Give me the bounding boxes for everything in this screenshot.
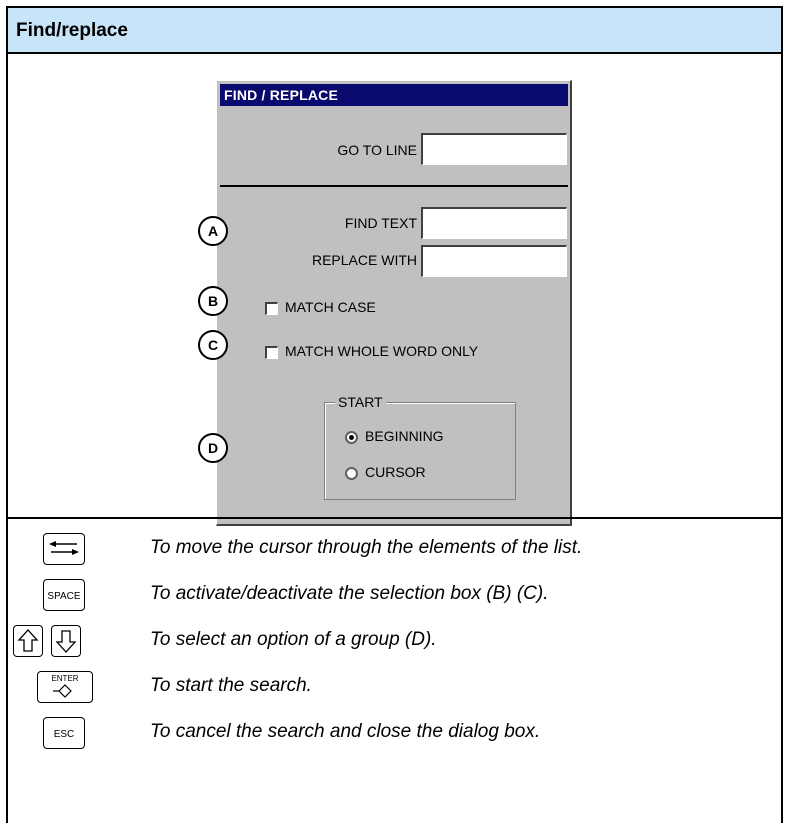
- desc-toggle-selection: To activate/deactivate the selection box…: [150, 583, 549, 604]
- arrow-down-key: [51, 625, 81, 657]
- beginning-radio[interactable]: [345, 431, 358, 444]
- section-header: Find/replace: [8, 8, 781, 54]
- enter-key-label: ENTER: [51, 674, 79, 683]
- match-whole-word-label: MATCH WHOLE WORD ONLY: [285, 343, 479, 359]
- goto-line-label: GO TO LINE: [337, 142, 417, 158]
- callout-c: C: [198, 330, 228, 360]
- beginning-label: BEGINNING: [365, 428, 444, 444]
- match-case-label: MATCH CASE: [285, 299, 376, 315]
- arrow-down-icon: [55, 630, 77, 653]
- tab-arrows-icon: [49, 541, 79, 555]
- desc-select-option: To select an option of a group (D).: [150, 629, 437, 650]
- page-frame: Find/replace FIND / REPLACE GO TO LINE F…: [6, 6, 783, 823]
- find-replace-dialog: FIND / REPLACE GO TO LINE FIND TEXT REPL…: [216, 80, 572, 526]
- desc-move-cursor: To move the cursor through the elements …: [150, 537, 583, 558]
- section-title: Find/replace: [16, 20, 128, 41]
- tab-key: [43, 533, 85, 565]
- replace-with-label: REPLACE WITH: [311, 252, 417, 268]
- match-case-checkbox[interactable]: [265, 302, 278, 315]
- callout-b: B: [198, 286, 228, 316]
- desc-cancel-search: To cancel the search and close the dialo…: [150, 721, 541, 742]
- desc-start-search: To start the search.: [150, 675, 312, 696]
- arrow-up-icon: [17, 629, 39, 652]
- replace-with-input[interactable]: [421, 245, 567, 277]
- table-top-divider: [8, 517, 781, 519]
- esc-key: ESC: [43, 717, 85, 749]
- find-text-input[interactable]: [421, 207, 567, 239]
- enter-key: ENTER: [37, 671, 93, 703]
- esc-key-label: ESC: [53, 729, 75, 740]
- start-group-title: START: [335, 394, 386, 410]
- space-key: SPACE: [43, 579, 85, 611]
- dialog-separator: [220, 185, 568, 187]
- goto-line-input[interactable]: [421, 133, 567, 165]
- find-text-label: FIND TEXT: [344, 215, 417, 231]
- arrow-up-key: [13, 625, 43, 657]
- match-whole-word-checkbox[interactable]: [265, 346, 278, 359]
- callout-d: D: [198, 433, 228, 463]
- start-group: START BEGINNING CURSOR: [324, 394, 516, 500]
- enter-arrow-icon: [53, 684, 72, 698]
- cursor-label: CURSOR: [365, 464, 426, 480]
- dialog-title-bar: FIND / REPLACE: [220, 84, 568, 106]
- dialog-title: FIND / REPLACE: [224, 87, 339, 103]
- cursor-radio[interactable]: [345, 467, 358, 480]
- space-key-label: SPACE: [47, 591, 81, 602]
- callout-a: A: [198, 216, 228, 246]
